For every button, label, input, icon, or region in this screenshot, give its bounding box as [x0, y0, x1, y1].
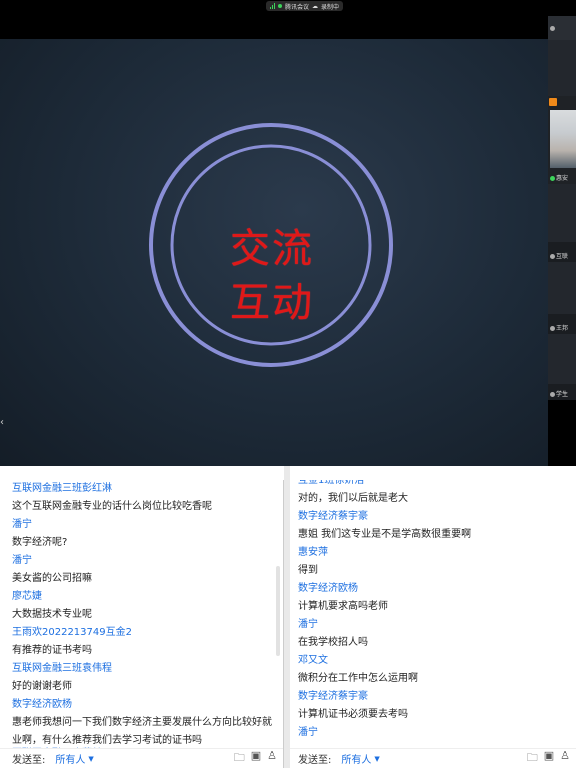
screenshot-icon[interactable]: ▣	[544, 749, 554, 768]
message-text: 这个互联网金融专业的话什么岗位比较吃香呢	[12, 501, 212, 512]
message-text: 大数据技术专业呢	[12, 609, 92, 620]
chat-message: 数字经济蔡宇豪 惠姐 我们这专业是不是学高数很重要啊	[290, 508, 576, 544]
message-text: 美女酱的公司招嘛	[12, 573, 92, 584]
chat-message: 邓又文 微积分在工作中怎么运用啊	[290, 652, 576, 688]
message-text: 好的谢谢老师	[12, 681, 72, 692]
participant-strip: 惠安 互联 王邦 学生	[548, 16, 576, 400]
message-text: 对的，我们以后就是老大	[298, 493, 408, 504]
chat-message: 惠安萍 得到	[290, 544, 576, 580]
chat-message: 互联网金融三班彭红淋 这个互联网金融专业的话什么岗位比较吃香呢	[0, 480, 283, 516]
meeting-app-name: 腾讯会议	[285, 3, 310, 11]
participant-tile[interactable]: 互联	[548, 242, 576, 262]
screenshot-icon[interactable]: ▣	[251, 749, 261, 768]
sender-name[interactable]: 惠安萍	[298, 544, 576, 562]
send-to-label: 发送至:	[298, 755, 332, 766]
chevron-down-icon[interactable]: ▼	[374, 755, 379, 763]
chat-scrollbar[interactable]	[276, 566, 280, 656]
participant-tile[interactable]: 学生	[548, 384, 576, 400]
chat-message: 互金1班徐妍洁 对的，我们以后就是老大	[290, 480, 576, 508]
chat-message: 廖芯婕 大数据技术专业呢	[0, 588, 283, 624]
chat-message: 潘宁	[290, 724, 576, 742]
chat-message-list[interactable]: 互金1班徐妍洁 对的，我们以后就是老大 数字经济蔡宇豪 惠姐 我们这专业是不是学…	[290, 480, 576, 742]
sender-name[interactable]: 廖芯婕	[12, 588, 283, 606]
sender-name[interactable]: 数字经济蔡宇豪	[298, 508, 576, 526]
chat-message: 潘宁 在我学校招人吗	[290, 616, 576, 652]
user-icon[interactable]: ♙	[560, 749, 570, 768]
chat-message: 数字经济蔡宇豪 计算机证书必须要去考吗	[290, 688, 576, 724]
message-text: 数字经济呢?	[12, 537, 68, 548]
file-icon[interactable]: 🗀	[234, 749, 245, 768]
participant-mic-icon	[550, 25, 556, 32]
participant-name: 学生	[550, 389, 568, 398]
recording-status: 录制中	[321, 3, 340, 11]
sender-name[interactable]: 互联网金融三班彭红淋	[12, 480, 283, 498]
user-icon[interactable]: ♙	[267, 749, 277, 768]
file-icon[interactable]: 🗀	[527, 749, 538, 768]
send-to-dropdown[interactable]: 所有人	[55, 751, 85, 766]
chat-message: 数字经济欧杨 惠老师我想问一下我们数字经济主要发展什么方向比较好就业啊，有什么推…	[0, 696, 283, 750]
message-text: 惠姐 我们这专业是不是学高数很重要啊	[298, 529, 472, 540]
participant-tile[interactable]: 王邦	[548, 314, 576, 334]
participant-name: 互联	[550, 251, 568, 260]
sender-name[interactable]: 互金1班徐妍洁	[298, 480, 576, 490]
slide-title-line-1: 交流	[230, 226, 314, 272]
sender-name[interactable]: 数字经济欧杨	[12, 696, 283, 714]
chat-panel-right: 互金1班徐妍洁 对的，我们以后就是老大 数字经济蔡宇豪 惠姐 我们这专业是不是学…	[290, 480, 576, 768]
chat-message: 互联网金融三班袁伟程 好的谢谢老师	[0, 660, 283, 696]
chat-message: 王雨欢2022213749互金2 有推荐的证书考吗	[0, 624, 283, 660]
presentation-slide: 交流 互动	[0, 39, 548, 466]
message-text: 得到	[298, 565, 318, 576]
participant-tile-camera[interactable]: 惠安	[548, 96, 576, 184]
sender-name[interactable]: 王雨欢2022213749互金2	[12, 624, 283, 642]
chat-panel-left: 互联网金融三班彭红淋 这个互联网金融专业的话什么岗位比较吃香呢 潘宁 数字经济呢…	[0, 480, 284, 768]
chat-tools: 🗀 ▣ ♙	[234, 749, 277, 768]
sender-name[interactable]: 潘宁	[12, 516, 283, 534]
message-text: 计算机证书必须要去考吗	[298, 709, 408, 720]
chat-footer: 发送至: 所有人 ▼ 🗀 ▣ ♙	[290, 748, 576, 768]
chat-message: 潘宁 数字经济呢?	[0, 516, 283, 552]
chat-message: 潘宁 美女酱的公司招嘛	[0, 552, 283, 588]
sender-name[interactable]: 数字经济欧杨	[298, 580, 576, 598]
meeting-app-icon	[278, 4, 282, 8]
slide-title-line-2: 互动	[230, 280, 314, 326]
participant-video	[550, 110, 576, 168]
chat-footer: 发送至: 所有人 ▼ 🗀 ▣ ♙	[0, 748, 283, 768]
cloud-icon: ☁	[312, 2, 319, 10]
message-text: 在我学校招人吗	[298, 637, 368, 648]
participant-tile[interactable]	[548, 16, 576, 40]
host-badge-icon	[549, 98, 557, 106]
sender-name[interactable]: 数字经济蔡宇豪	[298, 688, 576, 706]
chat-tools: 🗀 ▣ ♙	[527, 749, 570, 768]
sender-name[interactable]: 潘宁	[298, 724, 576, 742]
message-text: 有推荐的证书考吗	[12, 645, 92, 656]
signal-icon	[270, 3, 275, 9]
message-text: 微积分在工作中怎么运用啊	[298, 673, 418, 684]
sender-name[interactable]: 潘宁	[298, 616, 576, 634]
chat-message-list[interactable]: 互联网金融三班彭红淋 这个互联网金融专业的话什么岗位比较吃香呢 潘宁 数字经济呢…	[0, 480, 283, 750]
chat-message: 数字经济欧杨 计算机要求高吗老师	[290, 580, 576, 616]
meeting-status-pill[interactable]: 腾讯会议 ☁ 录制中	[266, 1, 344, 11]
participant-label-bar: 惠安	[548, 174, 576, 184]
participant-name: 惠安	[550, 173, 568, 182]
message-text: 计算机要求高吗老师	[298, 601, 388, 612]
send-to-dropdown[interactable]: 所有人	[341, 751, 371, 766]
send-to-label: 发送至:	[12, 755, 46, 766]
meeting-status-bar: 腾讯会议 ☁ 录制中	[0, 0, 576, 14]
chevron-down-icon[interactable]: ▼	[88, 755, 93, 763]
sender-name[interactable]: 潘宁	[12, 552, 283, 570]
shared-screen: 交流 互动 ‹	[0, 14, 576, 466]
collapse-arrow-icon[interactable]: ‹	[0, 417, 10, 431]
sender-name[interactable]: 邓又文	[298, 652, 576, 670]
participant-name: 王邦	[550, 323, 568, 332]
sender-name[interactable]: 互联网金融三班袁伟程	[12, 660, 283, 678]
